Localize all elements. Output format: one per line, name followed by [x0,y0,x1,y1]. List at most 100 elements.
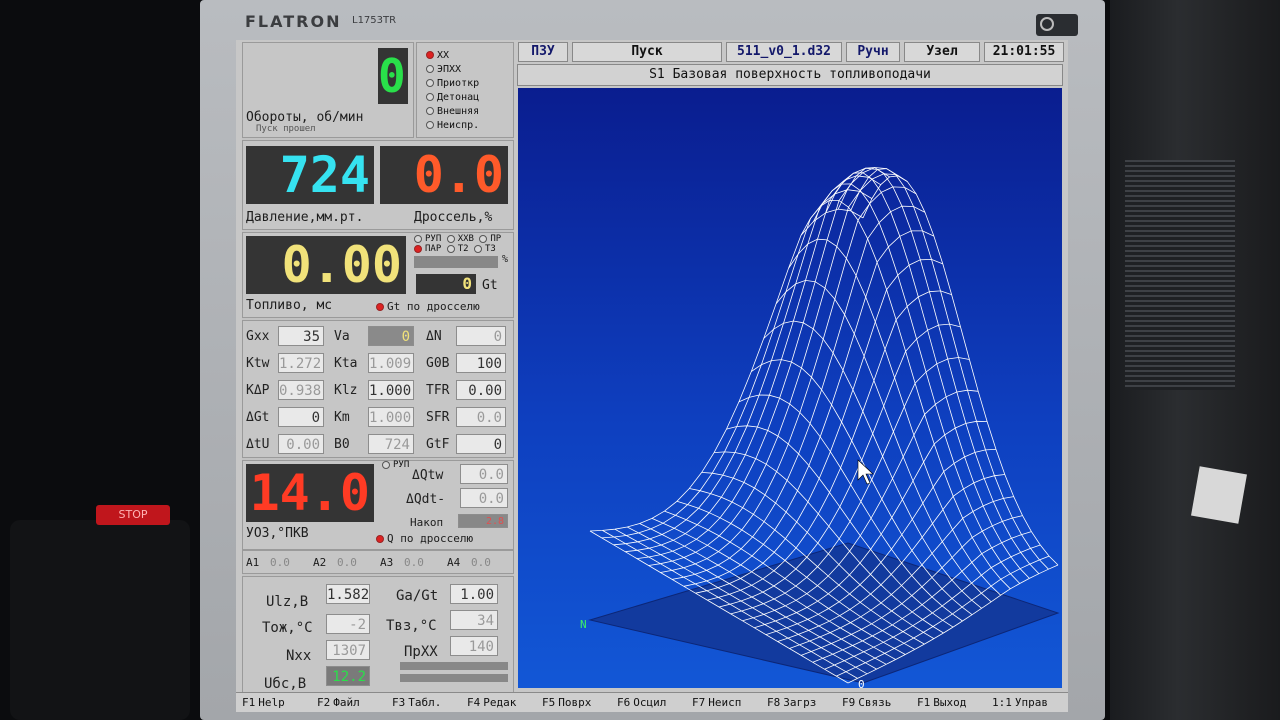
param-label: Va [334,329,350,344]
ubs-field: 12.2 [326,666,370,686]
stop-light: STOP [96,505,170,525]
param-field[interactable]: 0.00 [456,380,506,400]
fuel-opt-row2[interactable]: ПАР Т2 Т3 [414,244,496,254]
fkey-button[interactable]: F6 Осцил [617,696,666,709]
param-field[interactable]: 0 [456,434,506,454]
mode-neispr[interactable]: Неиспр. [426,120,479,131]
param-field[interactable]: 0.0 [456,407,506,427]
fkey-button[interactable]: F4 Редак [467,696,516,709]
nxx-label: Nxx [286,648,312,664]
param-field[interactable]: 1.272 [278,353,324,373]
param-field[interactable]: 100 [456,353,506,373]
surface-plot-area[interactable]: N0 [518,88,1062,691]
param-label: GtF [426,437,450,452]
fuel-opt-label: ПР [490,234,502,244]
fkey-button[interactable]: 1:1 Управ [992,696,1048,709]
param-label: ΔN [426,329,442,344]
dqdt-field[interactable]: 0.0 [460,488,508,508]
fuel-opt-radio-icon [473,244,482,253]
mesh-line [636,167,899,559]
mode-detonac[interactable]: Детонац [426,92,479,103]
mode-radio-icon [426,93,434,101]
mode-xx[interactable]: XX [426,50,449,61]
left-panel: 0 Обороты, об/мин Пуск прошел XX ЭПХХ Пр… [242,42,514,702]
fkey-label: Неисп [708,696,742,709]
fuel-opt-label: ХХВ [457,234,474,244]
indicator-bar-c [400,662,508,670]
fuel-opt-label: ПАР [425,244,442,254]
fkey-key: F9 [842,696,856,709]
fuel-opt-row1[interactable]: РУП ХХВ ПР [414,234,501,244]
mesh-line [601,189,873,539]
status-file[interactable]: 511_v0_1.d32 [726,42,842,62]
a-label: A1 [246,556,260,569]
fkey-button[interactable]: F8 Загрз [767,696,816,709]
gt-label: Gt [482,278,498,293]
fkey-key: F6 [617,696,631,709]
ulz-label: Ulz,B [266,594,309,610]
tozh-field: -2 [326,614,370,634]
mode-xx-label: XX [437,50,450,61]
a-label: A2 [313,556,327,569]
dqtw-field[interactable]: 0.0 [460,464,508,484]
dqtw-label: ΔQtw [412,468,444,483]
fkey-key: F3 [392,696,406,709]
param-field[interactable]: 35 [278,326,324,346]
param-field[interactable]: 1.000 [368,407,414,427]
fkey-label: Выход [933,696,967,709]
param-field[interactable]: 0.938 [278,380,324,400]
fkey-button[interactable]: F1 Help [242,696,285,709]
uoz-rup-option[interactable]: РУП [382,460,409,470]
mesh-line [813,183,1021,584]
fkey-button[interactable]: F9 Связь [842,696,891,709]
status-mem: ПЗУ [518,42,568,62]
mode-vneshnyaya[interactable]: Внешняя [426,106,479,117]
start-status: Пуск прошел [256,124,316,134]
fuel-display: 0.00 [246,236,406,294]
status-state: Пуск [572,42,722,62]
uoz-display: 14.0 [246,464,374,522]
fkey-button[interactable]: F7 Неисп [692,696,741,709]
gt-display: 0 [416,274,476,294]
param-field[interactable]: 0 [368,326,414,346]
fuel-opt-radio-icon [446,244,455,253]
fkey-button[interactable]: F1 Выход [917,696,966,709]
a-value: 0.0 [471,556,491,569]
fkey-label: Табл. [408,696,442,709]
param-field[interactable]: 0 [278,407,324,427]
mode-vneshnyaya-label: Внешняя [437,106,480,117]
param-label: B0 [334,437,350,452]
fkey-key: F7 [692,696,706,709]
mode-priotkr-label: Приоткр [437,78,480,89]
ubs-label: Uбс,B [264,676,307,692]
indicator-bar-sh [400,674,508,682]
mode-neispr-label: Неиспр. [437,120,480,131]
tvz-label: Tвз,°C [386,618,437,634]
fuel-mode-text: Gt по дросселю [387,300,480,313]
pressure-label: Давление,мм.рт. [246,210,364,225]
param-field[interactable]: 0 [456,326,506,346]
uoz-mode-text: Q по дросселю [387,532,474,545]
param-field[interactable]: 1.009 [368,353,414,373]
pressure-display: 724 [246,146,374,204]
fkey-button[interactable]: F3 Табл. [392,696,441,709]
param-label: Klz [334,383,358,398]
fkey-button[interactable]: F2 Файл [317,696,360,709]
fkey-button[interactable]: F5 Поврх [542,696,591,709]
param-field[interactable]: 1.000 [368,380,414,400]
param-label: Kta [334,356,358,371]
mode-epxx[interactable]: ЭПХХ [426,64,461,75]
mode-priotkr[interactable]: Приоткр [426,78,479,89]
param-label: SFR [426,410,450,425]
param-label: TFR [426,383,450,398]
param-field[interactable]: 724 [368,434,414,454]
param-field[interactable]: 0.00 [278,434,324,454]
status-node: Узел [904,42,980,62]
fkey-label: Осцил [633,696,667,709]
throttle-label: Дроссель,% [414,210,493,225]
tozh-label: Tож,°C [262,620,313,636]
fkey-label: Связь [858,696,892,709]
mode-radio-icon [426,121,434,129]
ga-gt-field: 1.00 [450,584,498,604]
mode-radio-icon [426,107,434,115]
